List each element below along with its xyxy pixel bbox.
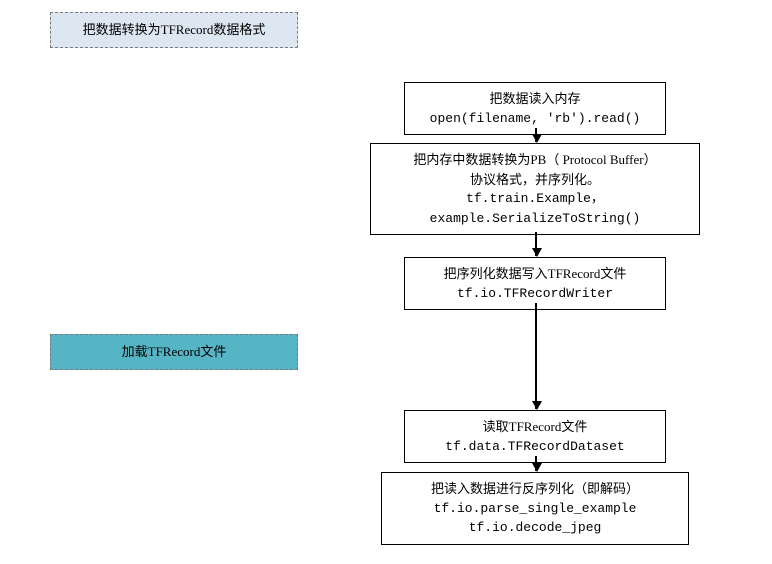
arrow-2-3 <box>535 232 537 256</box>
step-deserialize: 把读入数据进行反序列化（即解码） tf.io.parse_single_exam… <box>381 472 689 545</box>
header-load: 加载TFRecord文件 <box>50 334 298 370</box>
step2-code1: tf.train.Example， <box>379 189 691 209</box>
step1-code: open(filename, 'rb').read() <box>413 109 657 129</box>
step1-title: 把数据读入内存 <box>413 89 657 109</box>
header-convert: 把数据转换为TFRecord数据格式 <box>50 12 298 48</box>
step4-code: tf.data.TFRecordDataset <box>413 437 657 457</box>
step2-title1: 把内存中数据转换为PB（ Protocol Buffer） <box>379 150 691 170</box>
arrow-4-5 <box>535 456 537 471</box>
step-serialize-pb: 把内存中数据转换为PB（ Protocol Buffer） 协议格式，并序列化。… <box>370 143 700 235</box>
step3-title: 把序列化数据写入TFRecord文件 <box>413 264 657 284</box>
header-load-label: 加载TFRecord文件 <box>122 344 227 359</box>
step2-title2: 协议格式，并序列化。 <box>379 170 691 190</box>
diagram-canvas: 把数据转换为TFRecord数据格式 加载TFRecord文件 把数据读入内存 … <box>0 0 772 564</box>
step4-title: 读取TFRecord文件 <box>413 417 657 437</box>
step2-code2: example.SerializeToString() <box>379 209 691 229</box>
arrow-3-4 <box>535 303 537 409</box>
step5-code2: tf.io.decode_jpeg <box>390 518 680 538</box>
step5-title: 把读入数据进行反序列化（即解码） <box>390 479 680 499</box>
step3-code: tf.io.TFRecordWriter <box>413 284 657 304</box>
arrow-1-2 <box>535 128 537 142</box>
header-convert-label: 把数据转换为TFRecord数据格式 <box>83 22 266 37</box>
step5-code1: tf.io.parse_single_example <box>390 499 680 519</box>
